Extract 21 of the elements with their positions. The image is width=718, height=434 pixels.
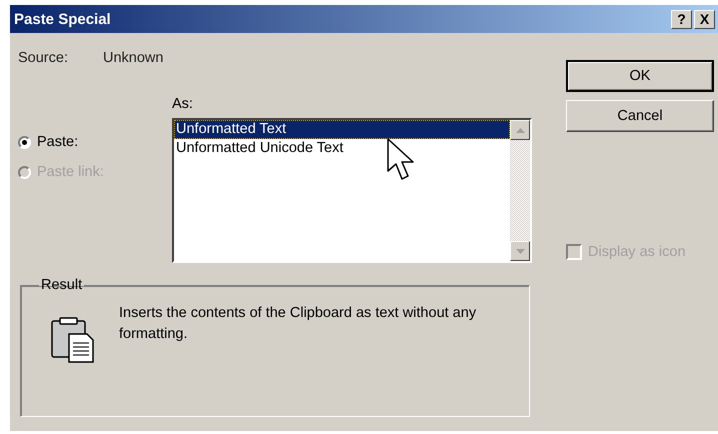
up-arrow-icon: [516, 128, 524, 132]
clipboard-icon: [51, 317, 95, 363]
list-item[interactable]: Unformatted Unicode Text: [174, 139, 510, 158]
dialog-button[interactable]: Cancel: [566, 100, 714, 132]
scroll-down-button[interactable]: [510, 241, 530, 261]
scrollbar[interactable]: [510, 120, 530, 261]
window-title: Paste Special: [14, 10, 112, 28]
title-bar-button[interactable]: X: [694, 10, 715, 28]
title-bar-button[interactable]: ?: [671, 10, 692, 28]
down-arrow-icon: [516, 248, 524, 254]
source-value: Unknown: [103, 50, 164, 66]
result-title: Result: [40, 277, 84, 293]
list-item[interactable]: Unformatted Text: [174, 120, 510, 139]
scroll-up-button[interactable]: [510, 120, 530, 140]
dialog-button[interactable]: OK: [566, 60, 714, 92]
paste-option-radio[interactable]: Paste:: [18, 133, 78, 151]
source-label: Source:: [18, 50, 69, 66]
format-list[interactable]: Unformatted Text Unformatted Unicode Text: [172, 118, 532, 263]
as-label: As:: [172, 95, 193, 113]
result-description: Inserts the contents of the Clipboard as text without any formatting.: [119, 304, 478, 344]
radio-icon[interactable]: [18, 136, 31, 148]
